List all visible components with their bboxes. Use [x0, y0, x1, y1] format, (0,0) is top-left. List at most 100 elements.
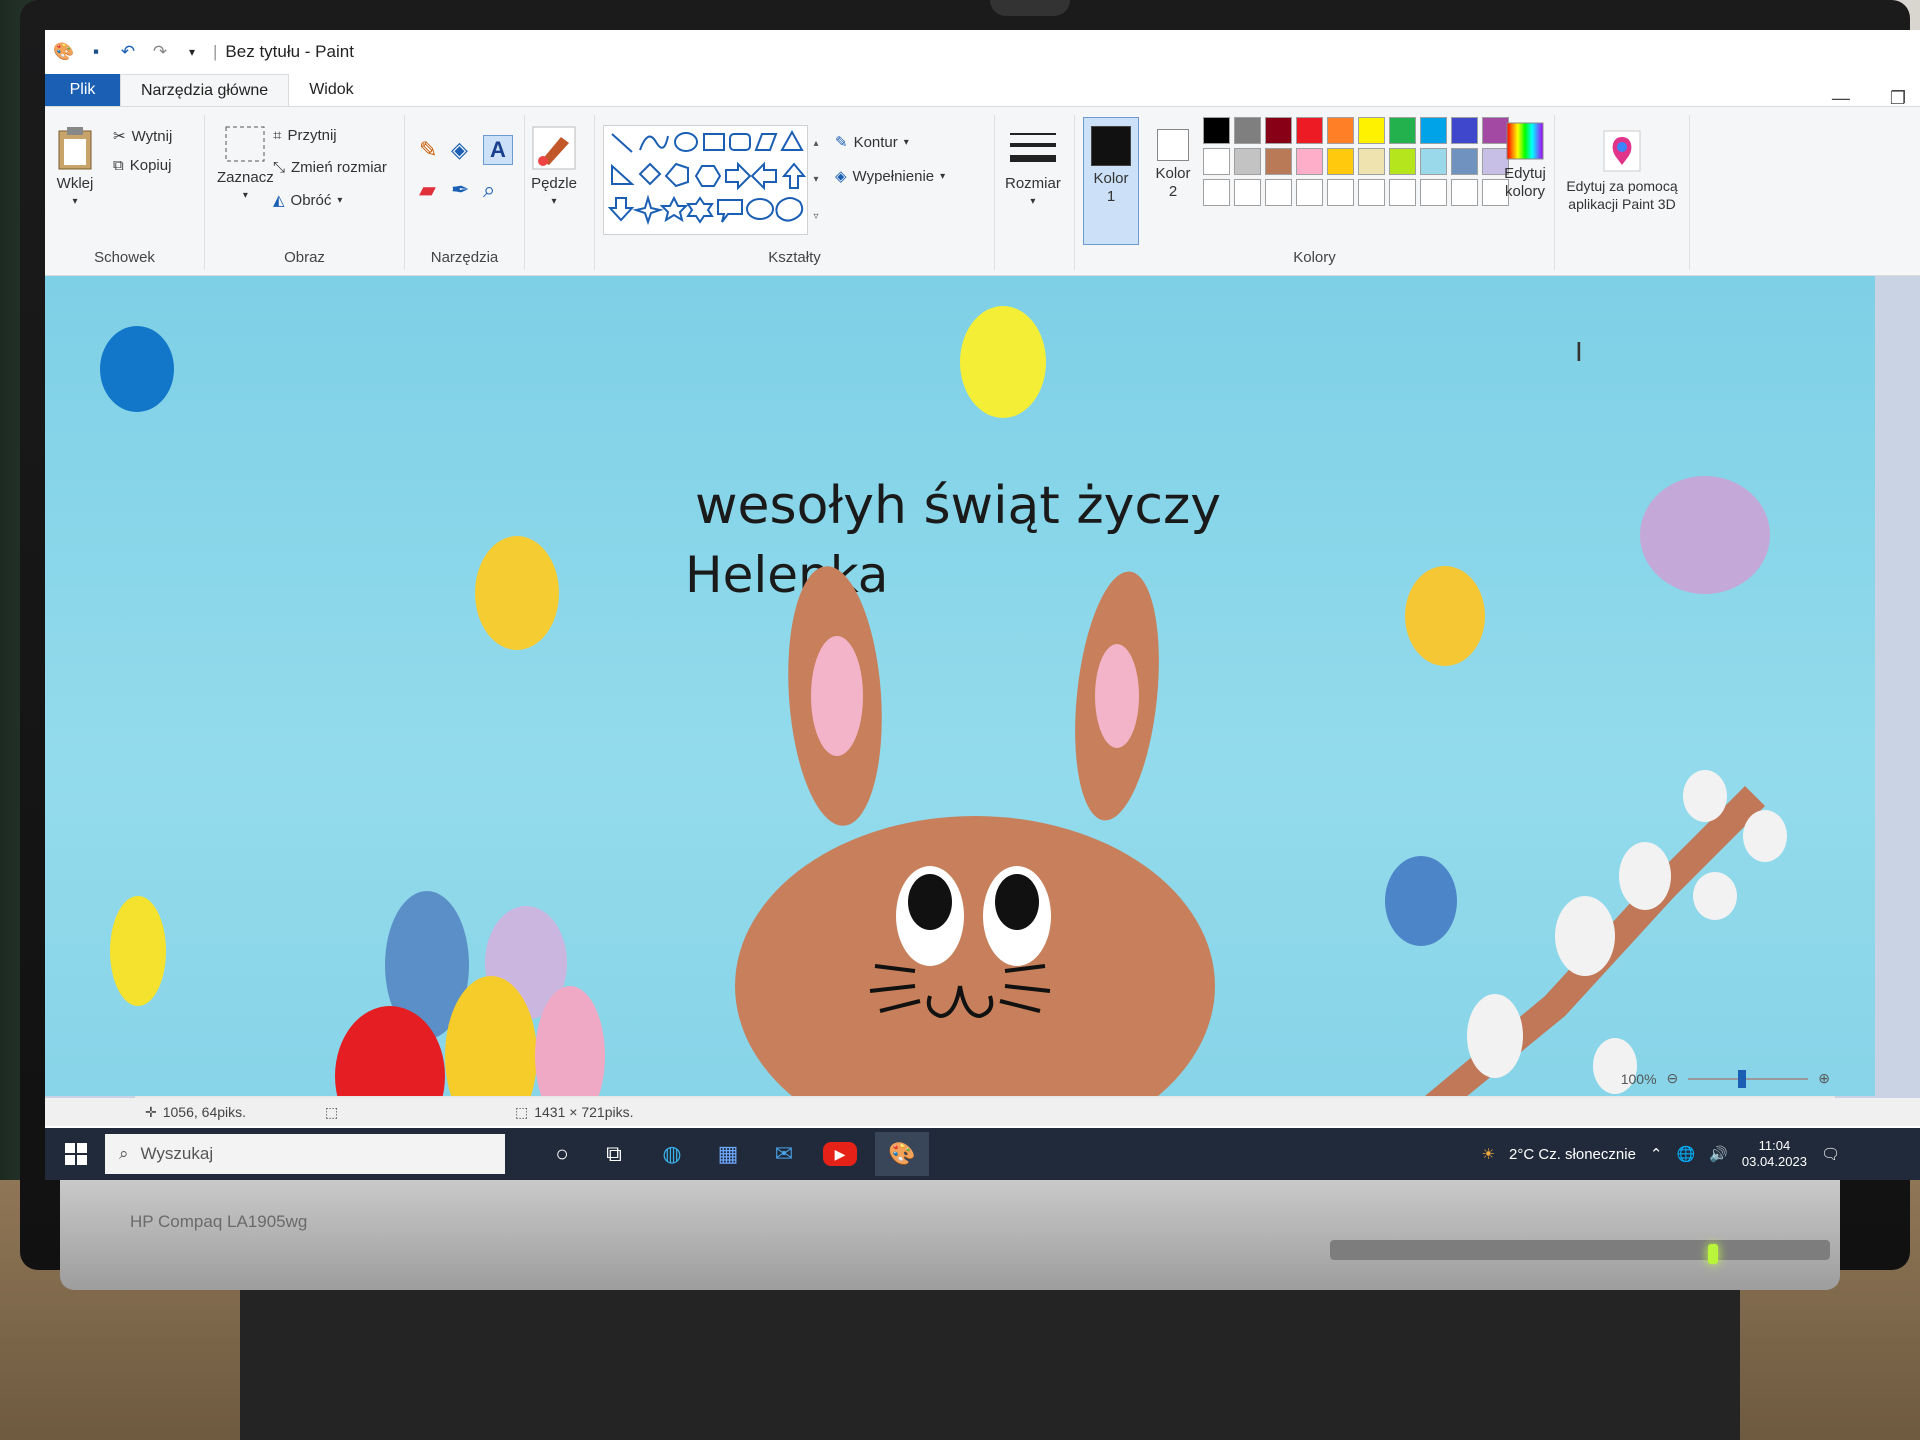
- notifications-icon[interactable]: 🗨: [1821, 1145, 1840, 1163]
- image-size-icon: ⬚: [515, 1103, 529, 1120]
- color2-button[interactable]: Kolor 2: [1145, 117, 1201, 245]
- palette-swatch[interactable]: [1389, 148, 1416, 175]
- palette-swatch[interactable]: [1327, 148, 1354, 175]
- tab-view[interactable]: Widok: [289, 74, 373, 106]
- ibeam-cursor-icon: I: [1575, 336, 1583, 367]
- palette-swatch[interactable]: [1203, 117, 1230, 144]
- line-width-icon: [1008, 127, 1058, 171]
- palette-swatch[interactable]: [1420, 179, 1447, 206]
- group-label-clipboard: Schowek: [94, 249, 155, 266]
- palette-swatch[interactable]: [1265, 179, 1292, 206]
- color-picker-icon[interactable]: ✒: [451, 177, 469, 203]
- paint-app-icon[interactable]: 🎨: [53, 41, 75, 63]
- youtube-icon[interactable]: ▶: [823, 1142, 857, 1166]
- clock[interactable]: 11:04 03.04.2023: [1742, 1138, 1807, 1170]
- edit-colors-button[interactable]: Edytuj kolory: [1500, 121, 1550, 201]
- paint-taskbar-icon[interactable]: 🎨: [875, 1132, 929, 1176]
- zoom-slider-thumb[interactable]: [1738, 1069, 1747, 1088]
- tray-overflow-icon[interactable]: ⌃: [1650, 1145, 1663, 1163]
- gallery-expand-icon[interactable]: ▿: [813, 211, 818, 222]
- undo-icon[interactable]: ↶: [117, 41, 139, 63]
- weather-text[interactable]: 2°C Cz. słonecznie: [1509, 1146, 1636, 1163]
- scroll-down-icon[interactable]: ▾: [813, 174, 818, 185]
- clock-time: 11:04: [1758, 1138, 1791, 1153]
- edit-in-paint3d-button[interactable]: Edytuj za pomocą aplikacji Paint 3D: [1559, 129, 1685, 213]
- eraser-icon[interactable]: ▰: [419, 177, 436, 203]
- palette-swatch[interactable]: [1451, 179, 1478, 206]
- color1-button[interactable]: Kolor 1: [1083, 117, 1139, 245]
- selection-size: ⬚: [325, 1104, 338, 1121]
- crop-button[interactable]: ⌗ Przytnij: [273, 127, 337, 144]
- cortana-icon[interactable]: ○: [545, 1138, 579, 1170]
- palette-swatch[interactable]: [1296, 117, 1323, 144]
- select-label: Zaznacz: [217, 169, 274, 186]
- clipboard-icon: [55, 125, 95, 171]
- copy-button[interactable]: ⧉ Kopiuj: [113, 157, 171, 174]
- select-button[interactable]: Zaznacz ▾: [217, 125, 274, 201]
- paste-button[interactable]: Wklej ▾: [55, 125, 95, 207]
- palette-swatch[interactable]: [1358, 148, 1385, 175]
- weather-icon[interactable]: ☀: [1482, 1145, 1495, 1163]
- task-view-icon[interactable]: ⧉: [597, 1138, 631, 1170]
- monitor-buttons[interactable]: [1330, 1240, 1830, 1260]
- paintbrush-icon: [531, 125, 577, 171]
- tab-home[interactable]: Narzędzia główne: [120, 74, 290, 106]
- palette-swatch[interactable]: [1420, 148, 1447, 175]
- palette-swatch[interactable]: [1203, 148, 1230, 175]
- palette-swatch[interactable]: [1358, 179, 1385, 206]
- cut-button[interactable]: ✂ Wytnij: [113, 127, 172, 146]
- scroll-up-icon[interactable]: ▴: [813, 138, 818, 149]
- mail-icon[interactable]: ✉: [767, 1138, 801, 1170]
- store-icon[interactable]: ▦: [711, 1138, 745, 1170]
- clock-date: 03.04.2023: [1741, 1154, 1807, 1169]
- save-icon[interactable]: ▪: [85, 41, 107, 63]
- palette-swatch[interactable]: [1358, 117, 1385, 144]
- size-button[interactable]: Rozmiar ▾: [1005, 127, 1061, 207]
- resize-button[interactable]: ⤡ Zmień rozmiar: [273, 159, 387, 176]
- fill-button[interactable]: ◈ Wypełnienie ▾: [835, 167, 945, 186]
- palette-swatch[interactable]: [1265, 117, 1292, 144]
- edge-icon[interactable]: ◍: [655, 1138, 689, 1170]
- palette-swatch[interactable]: [1389, 117, 1416, 144]
- color1-label: Kolor 1: [1093, 170, 1129, 205]
- customize-quick-access-icon[interactable]: ▾: [181, 41, 203, 63]
- palette-swatch[interactable]: [1451, 117, 1478, 144]
- shapes-gallery-scroll[interactable]: ▴ ▾ ▿: [810, 125, 822, 235]
- zoom-slider[interactable]: [1688, 1069, 1809, 1088]
- fill-bucket-icon[interactable]: ◈: [451, 137, 468, 163]
- taskbar-search[interactable]: ⌕ Wyszukaj: [105, 1134, 505, 1174]
- brushes-button[interactable]: Pędzle ▾: [531, 125, 577, 207]
- pencil-icon[interactable]: ✎: [419, 137, 437, 163]
- redo-icon[interactable]: ↷: [149, 41, 171, 63]
- palette-swatch[interactable]: [1296, 179, 1323, 206]
- volume-icon[interactable]: 🔊: [1709, 1145, 1728, 1163]
- group-tools: ✎ ◈ A ▰ ✒ ⌕ Narzędzia: [405, 115, 525, 270]
- zoom-out-icon[interactable]: ⊖: [1667, 1070, 1679, 1087]
- fill-label: Wypełnienie: [852, 167, 935, 185]
- palette-swatch[interactable]: [1451, 148, 1478, 175]
- outline-button[interactable]: ✎ Kontur ▾: [835, 133, 909, 152]
- palette-swatch[interactable]: [1327, 179, 1354, 206]
- shapes-gallery[interactable]: [603, 125, 808, 235]
- network-icon[interactable]: 🌐: [1677, 1145, 1696, 1163]
- text-tool-icon[interactable]: A: [483, 135, 513, 165]
- palette-swatch[interactable]: [1234, 148, 1261, 175]
- tab-file[interactable]: Plik: [45, 74, 120, 106]
- crop-label: Przytnij: [287, 127, 337, 144]
- size-label: Rozmiar: [1005, 175, 1061, 192]
- windows-start-icon[interactable]: [59, 1138, 93, 1170]
- magnifier-icon[interactable]: ⌕: [483, 177, 495, 203]
- palette-swatch[interactable]: [1265, 148, 1292, 175]
- ribbon-tabs: Plik Narzędzia główne Widok: [45, 74, 1920, 106]
- palette-swatch[interactable]: [1327, 117, 1354, 144]
- workspace: wesołyh świąt życzy Helenka I: [45, 276, 1920, 1124]
- palette-swatch[interactable]: [1234, 179, 1261, 206]
- zoom-in-icon[interactable]: ⊕: [1818, 1070, 1830, 1087]
- drawing-canvas[interactable]: wesołyh świąt życzy Helenka I: [45, 276, 1875, 1096]
- palette-swatch[interactable]: [1203, 179, 1230, 206]
- palette-swatch[interactable]: [1296, 148, 1323, 175]
- palette-swatch[interactable]: [1234, 117, 1261, 144]
- palette-swatch[interactable]: [1389, 179, 1416, 206]
- rotate-button[interactable]: ◭ Obróć ▾: [273, 191, 342, 210]
- palette-swatch[interactable]: [1420, 117, 1447, 144]
